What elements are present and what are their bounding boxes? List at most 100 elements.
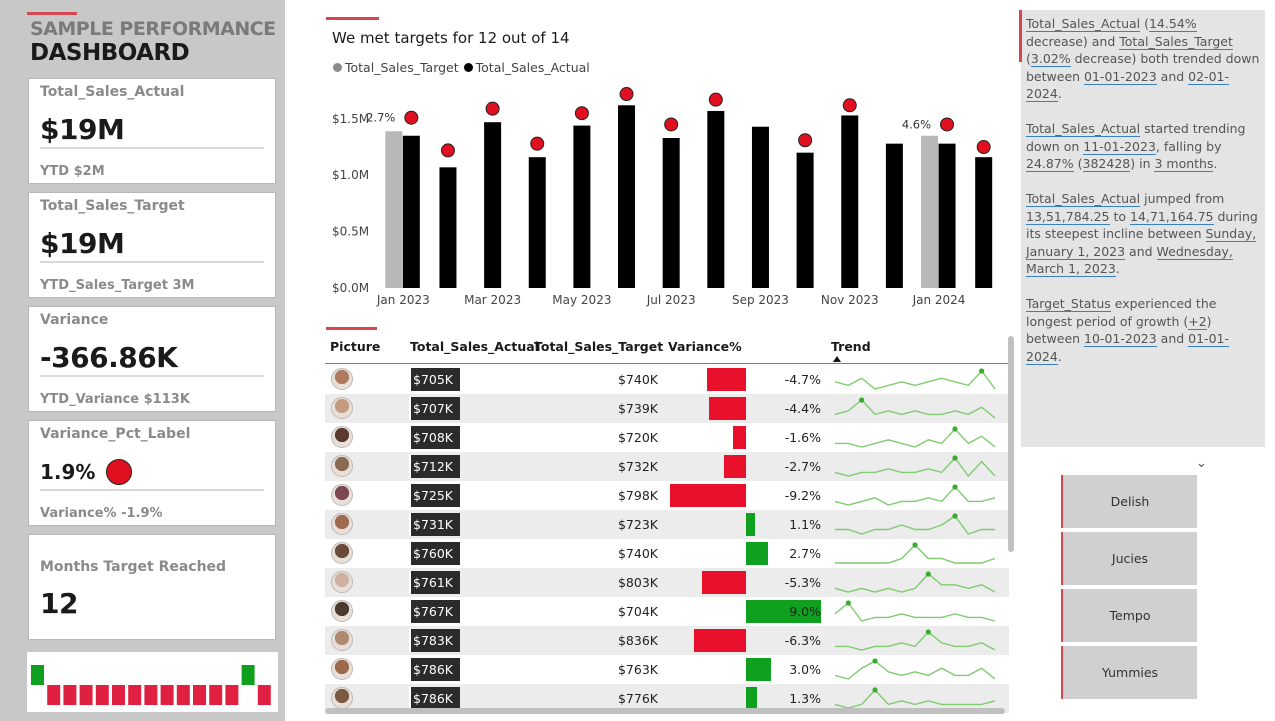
narrative-highlight[interactable]: 3 months bbox=[1154, 156, 1214, 172]
narrative-highlight[interactable]: 10-01-2023 bbox=[1084, 331, 1157, 347]
card-divider bbox=[40, 261, 264, 263]
narrative-highlight[interactable]: 14.54% bbox=[1148, 16, 1197, 32]
table-row[interactable]: $712K $732K -2.7% bbox=[325, 452, 1009, 481]
y-tick-label: $0.5M bbox=[332, 225, 369, 239]
actual-bar[interactable] bbox=[528, 157, 546, 288]
narrative-highlight[interactable]: 24.87% bbox=[1026, 156, 1074, 172]
col-header-variance[interactable]: Variance% bbox=[668, 339, 742, 354]
actual-bar[interactable] bbox=[439, 167, 457, 288]
strip-bar-down[interactable] bbox=[144, 685, 158, 705]
card-total-sales-actual[interactable]: Total_Sales_Actual $19M YTD $2M bbox=[28, 78, 276, 184]
actual-bar[interactable] bbox=[938, 143, 956, 288]
strip-bar-down[interactable] bbox=[63, 685, 77, 705]
variance-marker[interactable] bbox=[619, 87, 634, 102]
y-tick-label: $0.0M bbox=[332, 281, 369, 295]
variance-marker[interactable] bbox=[976, 140, 991, 155]
narrative-highlight[interactable]: 14,71,164.75 bbox=[1130, 208, 1214, 225]
card-months-target-reached[interactable]: Months Target Reached 12 bbox=[28, 534, 276, 640]
actual-bar[interactable] bbox=[662, 138, 680, 288]
strip-bar-down[interactable] bbox=[128, 685, 142, 705]
variance-marker[interactable] bbox=[940, 117, 955, 132]
narrative-highlight[interactable]: 11-01-2023 bbox=[1083, 138, 1156, 155]
sort-ascending-icon[interactable] bbox=[833, 356, 841, 362]
strip-bar-up[interactable] bbox=[241, 665, 255, 685]
card-variance-pct[interactable]: Variance_Pct_Label 1.9% Variance% -1.9% bbox=[28, 420, 276, 526]
sales-bar-chart[interactable]: $0.0M $0.5M $1.0M $1.5M2.7% 4.6% Jan 2023 Mar … bbox=[325, 85, 1009, 315]
table-row[interactable]: $725K $798K -9.2% bbox=[325, 481, 1009, 510]
narrative-highlight[interactable]: Total_Sales_Target bbox=[1119, 33, 1233, 50]
slicer-item-tempo[interactable]: Tempo bbox=[1061, 589, 1197, 642]
table-row[interactable]: $761K $803K -5.3% bbox=[325, 568, 1009, 597]
col-header-actual[interactable]: Total_Sales_Actual bbox=[410, 339, 539, 354]
actual-bar[interactable] bbox=[618, 105, 636, 288]
narrative-highlight[interactable]: Total_Sales_Actual bbox=[1026, 16, 1141, 32]
strip-bar-down[interactable] bbox=[225, 685, 239, 705]
strip-bar-up[interactable] bbox=[31, 665, 44, 685]
variance-marker[interactable] bbox=[574, 106, 589, 121]
legend-item-actual[interactable]: Total_Sales_Actual bbox=[463, 60, 590, 75]
variance-marker[interactable] bbox=[404, 110, 419, 125]
variance-marker[interactable] bbox=[842, 98, 857, 113]
variance-marker[interactable] bbox=[440, 143, 455, 158]
table-vertical-scrollbar[interactable] bbox=[1008, 336, 1014, 552]
chevron-down-icon[interactable]: ⌄ bbox=[1196, 456, 1207, 471]
target-status-strip[interactable] bbox=[27, 652, 278, 712]
strip-bar-down[interactable] bbox=[176, 685, 190, 705]
target-value: $740K bbox=[617, 546, 658, 561]
actual-bar[interactable] bbox=[751, 126, 769, 288]
table-horizontal-scrollbar[interactable] bbox=[325, 708, 1005, 714]
table-row[interactable]: $708K $720K -1.6% bbox=[325, 423, 1009, 452]
x-tick-label: Jan 2023 bbox=[376, 293, 430, 307]
variance-marker[interactable] bbox=[530, 136, 545, 151]
col-header-target[interactable]: Total_Sales_Target bbox=[534, 339, 663, 354]
narrative-highlight[interactable]: 382428 bbox=[1082, 156, 1131, 172]
table-row[interactable]: $705K $740K -4.7% bbox=[325, 365, 1009, 394]
variance-marker[interactable] bbox=[485, 101, 500, 116]
narrative-highlight[interactable]: 13,51,784.25 bbox=[1026, 208, 1110, 225]
narrative-highlight[interactable]: 01-01-2023 bbox=[1084, 68, 1157, 85]
actual-bar[interactable] bbox=[573, 125, 591, 288]
legend-item-target[interactable]: Total_Sales_Target bbox=[333, 60, 459, 75]
strip-bar-down[interactable] bbox=[47, 685, 61, 705]
slicer-item-yummies[interactable]: Yummies bbox=[1061, 646, 1197, 699]
narrative-highlight[interactable]: 3.02% bbox=[1030, 51, 1071, 67]
strip-bar-down[interactable] bbox=[95, 685, 109, 705]
strip-bar-down[interactable] bbox=[257, 685, 271, 705]
strip-bar-down[interactable] bbox=[209, 685, 223, 705]
strip-bar-down[interactable] bbox=[160, 685, 174, 705]
actual-value: $760K bbox=[409, 542, 460, 565]
narrative-highlight[interactable]: Total_Sales_Actual bbox=[1026, 121, 1141, 137]
card-variance[interactable]: Variance -366.86K YTD_Variance $113K bbox=[28, 306, 276, 412]
table-row[interactable]: $760K $740K 2.7% bbox=[325, 539, 1009, 568]
actual-bar[interactable] bbox=[796, 152, 814, 288]
actual-bar[interactable] bbox=[707, 110, 725, 288]
target-bar[interactable] bbox=[921, 135, 939, 288]
strip-bar-down[interactable] bbox=[112, 685, 125, 705]
actual-bar[interactable] bbox=[484, 122, 502, 288]
table-row[interactable]: $707K $739K -4.4% bbox=[325, 394, 1009, 423]
col-header-trend[interactable]: Trend bbox=[831, 339, 871, 354]
slicer-item-delish[interactable]: Delish bbox=[1061, 475, 1197, 528]
variance-marker[interactable] bbox=[664, 117, 679, 132]
target-bar[interactable] bbox=[385, 131, 403, 288]
strip-bar-down[interactable] bbox=[79, 685, 93, 705]
variance-marker[interactable] bbox=[798, 133, 813, 148]
narrative-highlight[interactable]: Total_Sales_Actual bbox=[1026, 191, 1141, 207]
status-dot-icon bbox=[106, 459, 133, 485]
table-row[interactable]: $783K $836K -6.3% bbox=[325, 626, 1009, 655]
card-label: Variance_Pct_Label bbox=[40, 426, 191, 442]
narrative-highlight[interactable]: Target_Status bbox=[1026, 296, 1111, 312]
card-total-sales-target[interactable]: Total_Sales_Target $19M YTD_Sales_Target… bbox=[28, 192, 276, 298]
actual-bar[interactable] bbox=[885, 143, 903, 288]
strip-bar-down[interactable] bbox=[193, 685, 206, 705]
actual-bar[interactable] bbox=[841, 115, 859, 288]
actual-bar[interactable] bbox=[975, 157, 993, 288]
actual-bar[interactable] bbox=[402, 135, 420, 288]
table-row[interactable]: $786K $763K 3.0% bbox=[325, 655, 1009, 684]
variance-marker[interactable] bbox=[708, 92, 723, 107]
narrative-highlight[interactable]: +2 bbox=[1188, 313, 1207, 330]
table-row[interactable]: $767K $704K 9.0% bbox=[325, 597, 1009, 626]
slicer-item-jucies[interactable]: Jucies bbox=[1061, 532, 1197, 585]
col-header-picture[interactable]: Picture bbox=[330, 339, 380, 354]
table-row[interactable]: $731K $723K 1.1% bbox=[325, 510, 1009, 539]
